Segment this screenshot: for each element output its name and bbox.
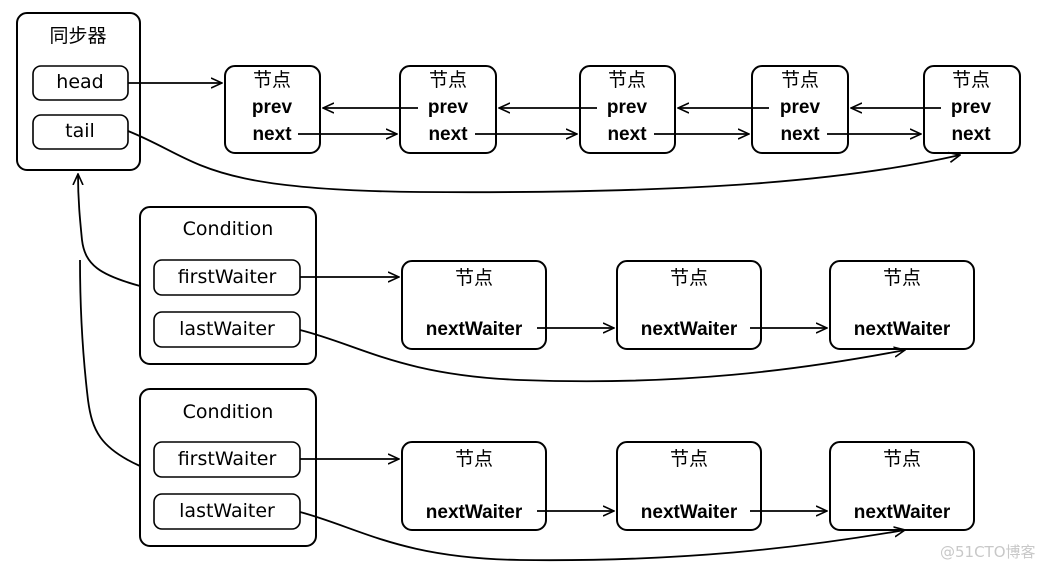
sync-node: 节点 prev next [399,65,497,154]
sync-node: 节点 prev next [224,65,321,154]
condition-node-field: nextWaiter [641,502,738,523]
condition-title: Condition [183,218,274,240]
condition-node-field: nextWaiter [854,319,951,340]
tail-field: tail [32,114,129,150]
sync-node-prev: prev [607,97,648,118]
condition-to-sync-arrow [78,174,141,287]
condition-node-title: 节点 [670,267,708,289]
condition-title: Condition [183,401,274,423]
head-label: head [56,71,103,93]
sync-node-next: next [951,124,991,145]
condition-node: 节点 nextWaiter [616,260,762,350]
sync-node-prev: prev [428,97,469,118]
condition-node-field: nextWaiter [426,319,523,340]
first-waiter-label: firstWaiter [178,266,277,288]
condition-box: Condition firstWaiter lastWaiter [139,206,317,365]
sync-node-prev: prev [780,97,821,118]
head-field: head [32,65,129,101]
last-waiter-label: lastWaiter [179,318,275,340]
sync-node-next: next [428,124,468,145]
condition-node-title: 节点 [670,448,708,470]
sync-node-title: 节点 [253,69,291,91]
last-waiter-arrow [299,511,905,562]
diagram-canvas: 同步器 head tail 节点 prev next 节点 prev next … [16,12,1036,562]
sync-node-title: 节点 [781,69,819,91]
condition-node: 节点 nextWaiter [829,260,975,350]
condition-node-title: 节点 [883,448,921,470]
condition-node-title: 节点 [883,267,921,289]
sync-node-prev: prev [252,97,293,118]
sync-node: 节点 prev next [579,65,676,154]
condition-node: 节点 nextWaiter [616,441,762,531]
sync-node: 节点 prev next [923,65,1021,154]
condition-node-field: nextWaiter [426,502,523,523]
synchronizer-title: 同步器 [49,25,106,47]
last-waiter-label: lastWaiter [179,500,275,522]
last-waiter-arrow [299,329,905,383]
condition-to-sync-line [79,259,141,467]
sync-node-title: 节点 [429,69,467,91]
sync-node-title: 节点 [952,69,990,91]
synchronizer-box: 同步器 head tail [16,12,141,171]
watermark: @51CTO博客 [940,543,1036,561]
sync-node-next: next [607,124,647,145]
sync-node-title: 节点 [608,69,646,91]
condition-node-title: 节点 [455,267,493,289]
condition-node-field: nextWaiter [854,502,951,523]
condition-node: 节点 nextWaiter [401,441,547,531]
condition-node-title: 节点 [455,448,493,470]
sync-node: 节点 prev next [751,65,849,154]
sync-node-next: next [780,124,820,145]
condition-box: Condition firstWaiter lastWaiter [139,388,317,547]
sync-node-prev: prev [951,97,992,118]
sync-node-next: next [252,124,292,145]
condition-node: 节点 nextWaiter [401,260,547,350]
condition-node-field: nextWaiter [641,319,738,340]
condition-node: 节点 nextWaiter [829,441,975,531]
first-waiter-label: firstWaiter [178,448,277,470]
tail-label: tail [65,120,95,142]
